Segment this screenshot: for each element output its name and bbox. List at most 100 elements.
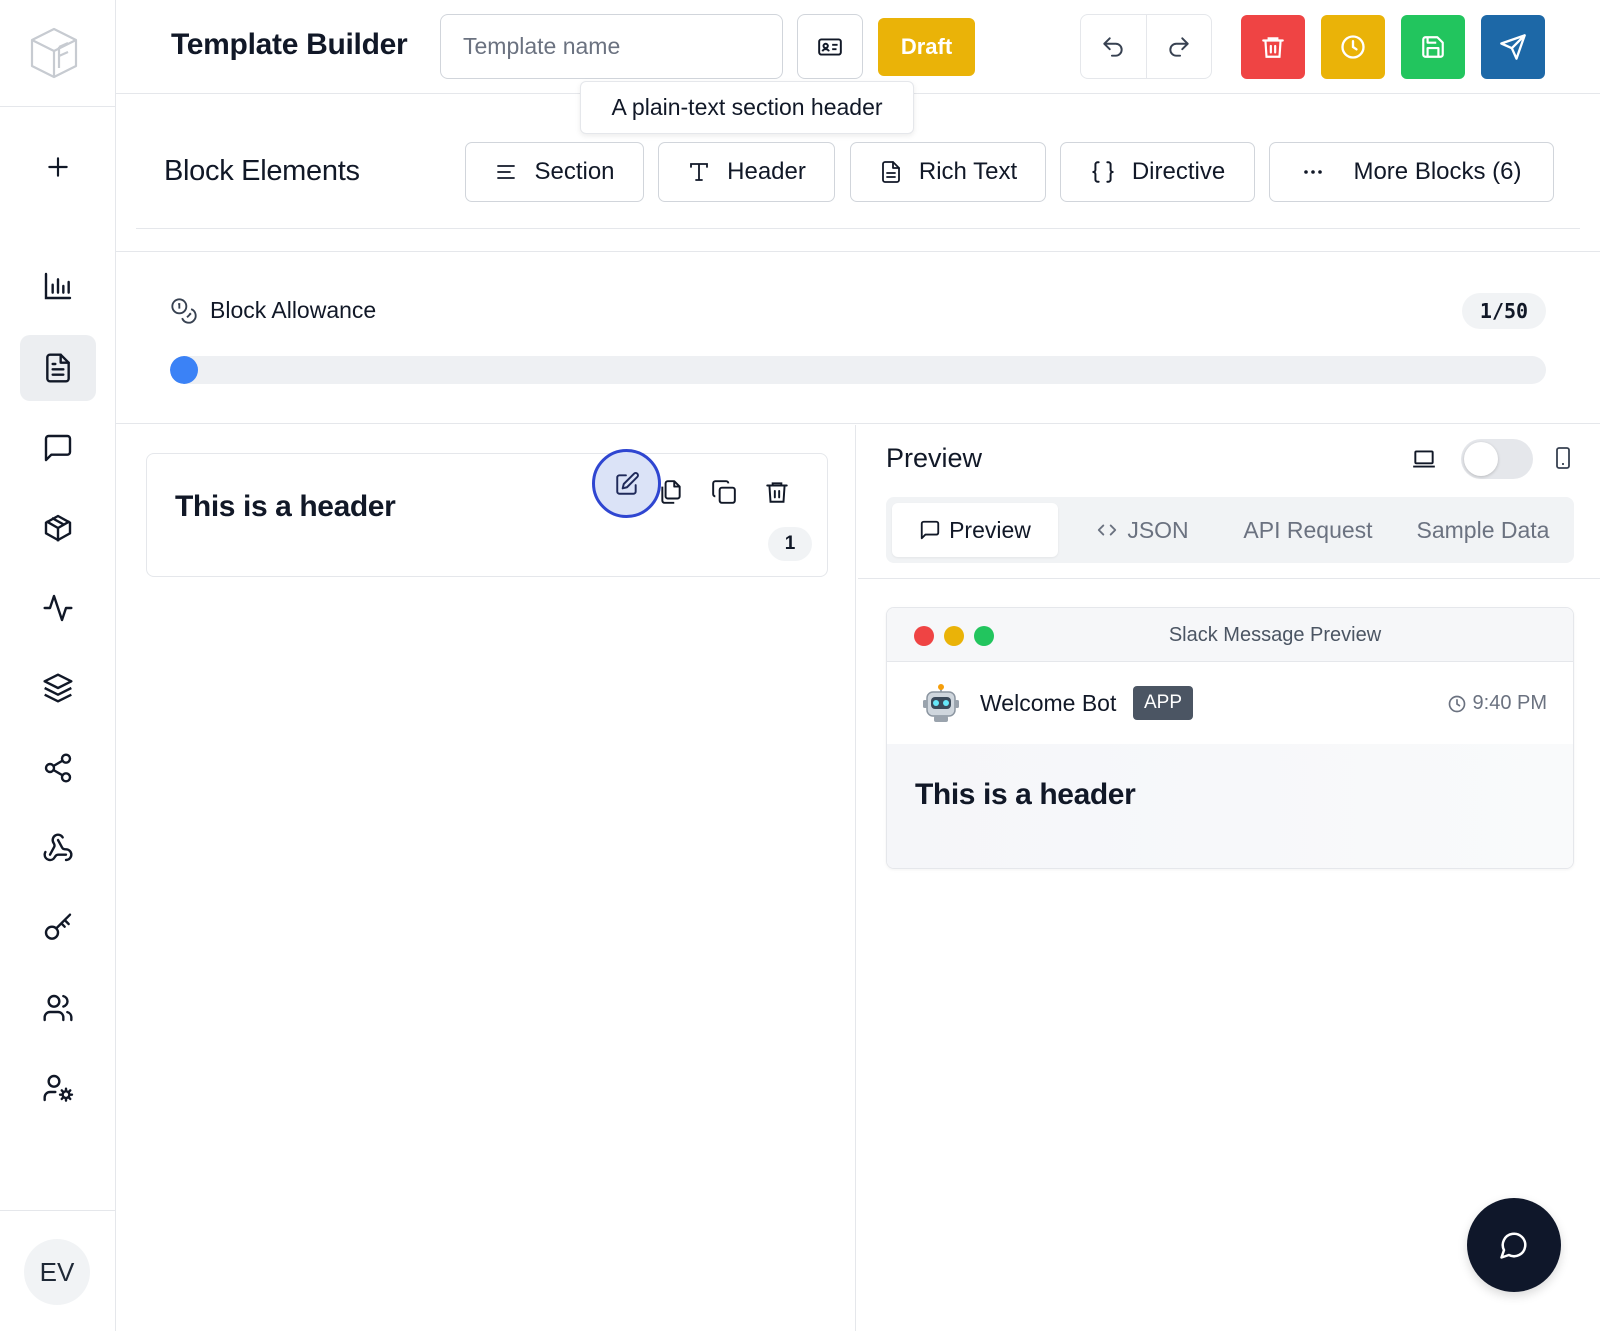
sidebar-item-templates[interactable]: [20, 335, 96, 401]
button-label: Rich Text: [918, 158, 1018, 185]
redo-button[interactable]: [1147, 15, 1212, 78]
key-icon: [44, 913, 72, 940]
template-name-input[interactable]: [440, 14, 783, 79]
slack-message-preview: Slack Message Preview Welcome Bot APP 9:…: [886, 607, 1574, 869]
status-badge: Draft: [878, 18, 975, 76]
block-number-badge: 1: [768, 527, 812, 561]
preview-tabs: Preview JSON API Request Sample Data: [886, 497, 1574, 563]
window-titlebar: Slack Message Preview: [887, 608, 1573, 662]
history-controls: [1080, 14, 1212, 79]
edit-icon: [615, 471, 639, 495]
undo-button[interactable]: [1081, 15, 1147, 78]
sidebar-item-packages[interactable]: [20, 495, 96, 561]
ellipsis-icon: [1304, 170, 1323, 174]
page-title: Template Builder: [171, 28, 408, 61]
chat-support-button[interactable]: [1467, 1198, 1561, 1292]
schedule-button[interactable]: [1321, 15, 1385, 79]
clock-icon: [1448, 695, 1465, 712]
add-rich-text-block-button[interactable]: Rich Text: [850, 142, 1046, 202]
sidebar-item-webhooks[interactable]: [20, 815, 96, 881]
message-body: This is a header: [887, 744, 1573, 868]
tab-label: Preview: [949, 516, 1031, 543]
add-section-block-button[interactable]: Section: [465, 142, 644, 202]
package-icon: [44, 514, 72, 542]
block-elements-title: Block Elements: [164, 155, 360, 187]
allowance-progress-fill: [170, 356, 198, 384]
more-blocks-button[interactable]: More Blocks (6): [1269, 142, 1554, 202]
message-header-text: This is a header: [915, 778, 1136, 811]
clock-icon: [1341, 35, 1365, 59]
block-title: This is a header: [175, 490, 396, 523]
delete-block-button[interactable]: [759, 474, 795, 510]
send-icon: [1500, 34, 1526, 60]
plus-icon: [48, 157, 68, 177]
robot-icon: [921, 684, 961, 724]
duplicate-block-button[interactable]: [706, 474, 742, 510]
tab-preview[interactable]: Preview: [892, 503, 1058, 557]
edit-block-button[interactable]: [592, 449, 661, 518]
message-square-icon: [44, 434, 72, 462]
send-button[interactable]: [1481, 15, 1545, 79]
button-label: Section: [534, 158, 615, 185]
layers-icon: [43, 673, 73, 703]
sidebar-divider: [0, 1210, 116, 1211]
sidebar-item-layers[interactable]: [20, 655, 96, 721]
template-id-button[interactable]: [797, 14, 863, 79]
tab-sample-data[interactable]: Sample Data: [1396, 503, 1570, 557]
sidebar: EV: [0, 0, 116, 1331]
file-text-icon: [881, 161, 900, 183]
tab-json[interactable]: JSON: [1066, 503, 1218, 557]
toggle-knob: [1464, 442, 1498, 476]
sidebar-item-user-settings[interactable]: [20, 1055, 96, 1121]
trash-icon: [1262, 37, 1284, 58]
tab-api-request[interactable]: API Request: [1232, 503, 1384, 557]
preview-title: Preview: [886, 443, 983, 473]
top-bar: Template Builder Draft: [116, 0, 1600, 94]
button-label: More Blocks (6): [1353, 158, 1522, 185]
sidebar-item-keys[interactable]: [20, 895, 96, 961]
device-toggle[interactable]: [1461, 439, 1533, 479]
message-circle-icon: [1500, 1232, 1527, 1259]
user-cog-icon: [43, 1074, 74, 1102]
type-icon: [690, 163, 709, 181]
cube-logo-icon[interactable]: [28, 26, 80, 80]
tab-label: API Request: [1243, 516, 1373, 543]
block-card[interactable]: This is a header 1: [146, 449, 828, 577]
add-header-block-button[interactable]: Header: [658, 142, 835, 202]
smartphone-icon[interactable]: [1551, 443, 1575, 473]
allowance-progress-bar: [170, 356, 1546, 384]
sidebar-divider: [0, 106, 116, 107]
block-editor: This is a header 1: [118, 425, 856, 1331]
block-allowance: Block Allowance 1/50: [116, 252, 1600, 424]
webhook-icon: [43, 833, 73, 862]
divider: [136, 228, 1580, 229]
redo-icon: [1169, 36, 1189, 57]
trash-icon: [766, 482, 788, 503]
share-icon: [44, 753, 72, 783]
copy-icon: [712, 480, 736, 504]
window-title: Slack Message Preview: [1168, 624, 1382, 646]
bar-chart-icon: [44, 272, 72, 300]
code-icon: [1098, 524, 1117, 536]
sidebar-item-activity[interactable]: [20, 575, 96, 641]
delete-template-button[interactable]: [1241, 15, 1305, 79]
button-label: Header: [727, 158, 806, 185]
sidebar-item-share[interactable]: [20, 735, 96, 801]
sidebar-item-analytics[interactable]: [20, 253, 96, 319]
copy-block-button[interactable]: [653, 474, 689, 510]
save-icon: [1422, 36, 1444, 58]
bot-name: Welcome Bot: [980, 690, 1117, 716]
avatar[interactable]: EV: [24, 1239, 90, 1305]
preview-panel: Preview Preview JSON API Request Sample …: [858, 425, 1600, 1331]
files-icon: [661, 480, 681, 504]
add-directive-block-button[interactable]: Directive: [1060, 142, 1255, 202]
users-icon: [43, 994, 73, 1022]
message-square-icon: [920, 520, 940, 540]
sidebar-item-messages[interactable]: [20, 415, 96, 481]
tab-label: Sample Data: [1416, 516, 1550, 543]
sidebar-item-add[interactable]: [20, 134, 96, 200]
sidebar-item-users[interactable]: [20, 975, 96, 1041]
save-button[interactable]: [1401, 15, 1465, 79]
document-icon: [46, 353, 70, 383]
laptop-icon[interactable]: [1411, 446, 1437, 472]
